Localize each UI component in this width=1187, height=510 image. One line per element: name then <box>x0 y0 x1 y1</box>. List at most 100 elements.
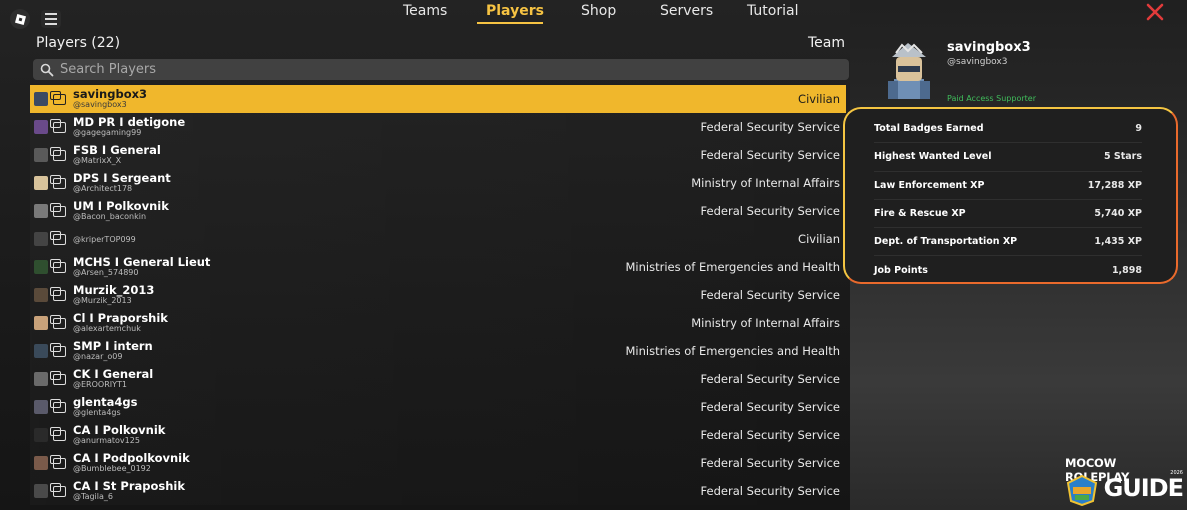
stat-value: 5,740 XP <box>1094 208 1142 220</box>
player-avatar-icon <box>34 456 48 470</box>
chat-bubbles-icon[interactable] <box>50 146 66 161</box>
player-names: CA I St Praposhik @Tagila_6 <box>73 478 186 502</box>
player-username: @EROORIYT1 <box>73 380 127 390</box>
player-display-name: MCHS I General Lieut <box>73 254 211 269</box>
player-names: @kriperTOP099 <box>73 235 136 244</box>
player-row[interactable]: Murzik_2013 @Murzik_2013 Federal Security … <box>30 281 846 309</box>
player-username: @Bacon_baconkin <box>73 212 147 222</box>
tab-servers[interactable]: Servers <box>660 0 713 19</box>
tab-shop[interactable]: Shop <box>581 0 616 19</box>
player-names: savingbox3 @savingbox3 <box>73 86 148 110</box>
chat-bubbles-icon[interactable] <box>50 174 66 189</box>
player-avatar-icon <box>34 148 48 162</box>
player-row[interactable]: MCHS I General Lieut @Arsen_574890 Ministr… <box>30 253 846 281</box>
chat-bubbles-icon[interactable] <box>50 314 66 329</box>
chat-bubbles-icon[interactable] <box>50 482 66 497</box>
player-username: @glenta4gs <box>73 408 121 418</box>
player-row[interactable]: CA I Polkovnik @anurmatov125 Federal Secur… <box>30 421 846 449</box>
player-avatar-icon <box>34 288 48 302</box>
player-username: @gagegaming99 <box>73 128 142 138</box>
stats-panel: Total Badges Earned 9 Highest Wanted Level… <box>843 107 1178 284</box>
stat-row: Total Badges Earned 9 <box>874 115 1142 144</box>
tab-teams[interactable]: Teams <box>403 0 447 19</box>
player-display-name: CA I Podpolkovnik <box>73 450 190 465</box>
stat-row: Highest Wanted Level 5 Stars <box>874 143 1142 172</box>
player-row[interactable]: SMP I intern @nazar_o09 Ministries of Emer… <box>30 337 846 365</box>
player-username: @Bumblebee_0192 <box>73 464 151 474</box>
player-names: CK I General @EROORIYT1 <box>73 366 154 390</box>
player-team: Civilian <box>798 232 840 246</box>
player-row[interactable]: MD PR I detigone @gagegaming99 Federal Sec… <box>30 113 846 141</box>
player-avatar-icon <box>34 372 48 386</box>
player-username: @alexartemchuk <box>73 324 141 334</box>
profile-username: @savingbox3 <box>947 57 1008 67</box>
stat-row: Law Enforcement XP 17,288 XP <box>874 172 1142 200</box>
avatar <box>888 43 930 99</box>
chat-bubbles-icon[interactable] <box>50 90 66 105</box>
player-display-name: CK I General <box>73 366 154 381</box>
chat-bubbles-icon[interactable] <box>50 258 66 273</box>
player-username: @Architect178 <box>73 184 133 194</box>
player-username: @Arsen_574890 <box>73 268 139 278</box>
player-avatar-icon <box>34 316 48 330</box>
player-row[interactable]: UM I Polkovnik @Bacon_baconkin Federal Sec… <box>30 197 846 225</box>
watermark: MOCOW ROLEPLAY 2026 GUIDE <box>1065 456 1185 508</box>
team-column-header: Team <box>808 35 846 51</box>
stat-label: Law Enforcement XP <box>874 179 985 191</box>
player-names: Murzik_2013 @Murzik_2013 <box>73 284 154 306</box>
stat-label: Job Points <box>874 264 928 276</box>
profile-name: savingbox3 <box>947 40 1031 55</box>
player-row[interactable]: CK I General @EROORIYT1 Federal Security S… <box>30 365 846 393</box>
player-team: Ministries of Emergencies and Health <box>625 344 840 358</box>
player-team: Ministries of Emergencies and Health <box>625 260 840 274</box>
player-display-name: CA I St Praposhik <box>73 478 186 493</box>
player-username: @nazar_o09 <box>73 352 123 362</box>
player-list: savingbox3 @savingbox3 Civilian MD PR I det… <box>30 85 846 505</box>
player-team: Federal Security Service <box>700 372 840 386</box>
player-avatar-icon <box>34 232 48 246</box>
player-avatar-icon <box>34 204 48 218</box>
chat-bubbles-icon[interactable] <box>50 370 66 385</box>
player-team: Federal Security Service <box>700 120 840 134</box>
tab-tutorial[interactable]: Tutorial <box>747 0 798 19</box>
chat-bubbles-icon[interactable] <box>50 286 66 301</box>
search-bar[interactable] <box>33 59 849 80</box>
chat-bubbles-icon[interactable] <box>50 426 66 441</box>
player-names: Cl I Praporshik @alexartemchuk <box>73 312 168 334</box>
search-input[interactable] <box>58 61 822 78</box>
player-avatar-icon <box>34 176 48 190</box>
chat-bubbles-icon[interactable] <box>50 118 66 133</box>
player-row[interactable]: Cl I Praporshik @alexartemchuk Ministry of… <box>30 309 846 337</box>
player-row[interactable]: @kriperTOP099 Civilian <box>30 225 846 253</box>
close-icon[interactable] <box>1146 3 1164 21</box>
chat-bubbles-icon[interactable] <box>50 230 66 245</box>
player-username: @Tagila_6 <box>73 492 113 502</box>
tab-players[interactable]: Players <box>486 0 544 19</box>
player-team: Federal Security Service <box>700 288 840 302</box>
chat-bubbles-icon[interactable] <box>50 342 66 357</box>
player-avatar-icon <box>34 400 48 414</box>
stat-row: Dept. of Transportation XP 1,435 XP <box>874 228 1142 257</box>
player-row[interactable]: CA I St Praposhik @Tagila_6 Federal Securi… <box>30 477 846 505</box>
player-names: FSB I General @MatrixX_X <box>73 144 161 166</box>
player-avatar-icon <box>34 120 48 134</box>
player-row[interactable]: FSB I General @MatrixX_X Federal Security … <box>30 141 846 169</box>
player-team: Federal Security Service <box>700 484 840 498</box>
player-display-name: savingbox3 <box>73 86 148 101</box>
player-row[interactable]: CA I Podpolkovnik @Bumblebee_0192 Federal … <box>30 449 846 477</box>
player-names: UM I Polkovnik @Bacon_baconkin <box>73 200 169 222</box>
player-avatar-icon <box>34 344 48 358</box>
player-row[interactable]: savingbox3 @savingbox3 Civilian <box>30 85 846 113</box>
chat-bubbles-icon[interactable] <box>50 398 66 413</box>
player-username: @Murzik_2013 <box>73 296 132 306</box>
player-row[interactable]: glenta4gs @glenta4gs Federal Security Serv… <box>30 393 846 421</box>
player-names: CA I Podpolkovnik @Bumblebee_0192 <box>73 450 190 474</box>
player-row[interactable]: DPS I Sergeant @Architect178 Ministry of I… <box>30 169 846 197</box>
chat-bubbles-icon[interactable] <box>50 454 66 469</box>
stat-value: 17,288 XP <box>1087 179 1142 191</box>
player-names: SMP I intern @nazar_o09 <box>73 340 153 362</box>
active-tab-underline <box>477 22 543 24</box>
chat-bubbles-icon[interactable] <box>50 202 66 217</box>
guide-logo-icon <box>1066 474 1098 506</box>
player-names: DPS I Sergeant @Architect178 <box>73 172 171 194</box>
